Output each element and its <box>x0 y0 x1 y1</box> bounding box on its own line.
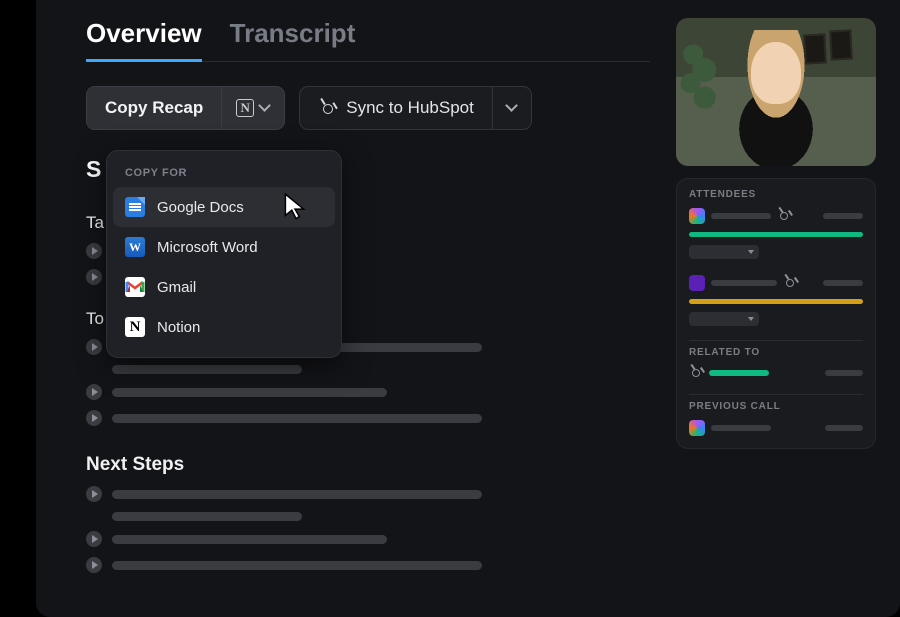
play-icon[interactable] <box>86 531 102 547</box>
gmail-icon <box>125 277 145 297</box>
talk-time-bar <box>689 299 863 304</box>
attendee-row[interactable] <box>689 275 863 291</box>
list-item <box>86 410 650 426</box>
placeholder-line <box>112 535 387 544</box>
related-to-label: RELATED TO <box>689 347 863 358</box>
sync-hubspot-dropdown-toggle[interactable] <box>492 87 531 129</box>
copy-recap-text: Copy Recap <box>105 98 203 118</box>
attendees-label: ATTENDEES <box>689 189 863 200</box>
side-column: ATTENDEES RELATED TO <box>676 18 876 617</box>
previous-call-row[interactable] <box>689 420 863 436</box>
play-icon[interactable] <box>86 486 102 502</box>
tab-transcript[interactable]: Transcript <box>230 18 356 62</box>
attendees-panel: ATTENDEES RELATED TO <box>676 178 876 449</box>
sync-hubspot-button[interactable]: Sync to HubSpot <box>299 86 532 130</box>
hubspot-icon <box>777 209 791 223</box>
dropdown-item-microsoft-word[interactable]: W Microsoft Word <box>113 227 335 267</box>
placeholder-line <box>823 213 863 219</box>
placeholder-line <box>709 370 769 376</box>
tab-overview[interactable]: Overview <box>86 18 202 62</box>
dropdown-item-label: Google Docs <box>157 199 244 216</box>
hubspot-icon <box>318 99 336 117</box>
notion-icon: N <box>236 99 254 117</box>
copy-recap-label: Copy Recap <box>87 87 221 129</box>
attendee-select[interactable] <box>689 312 759 326</box>
dropdown-item-label: Microsoft Word <box>157 239 258 256</box>
play-icon[interactable] <box>86 557 102 573</box>
copy-recap-button[interactable]: Copy Recap N <box>86 86 285 130</box>
copy-recap-dropdown-toggle[interactable]: N <box>221 87 284 129</box>
list-item <box>86 557 650 573</box>
divider <box>689 394 863 395</box>
placeholder-line <box>112 561 482 570</box>
attendee-avatar-icon <box>689 208 705 224</box>
divider <box>689 340 863 341</box>
attendee-row[interactable] <box>689 208 863 224</box>
chevron-down-icon <box>507 103 517 113</box>
dropdown-heading: COPY FOR <box>113 163 335 187</box>
next-steps-heading: Next Steps <box>86 454 650 476</box>
play-icon[interactable] <box>86 339 102 355</box>
hubspot-icon <box>783 276 797 290</box>
dropdown-item-label: Gmail <box>157 279 196 296</box>
notion-icon: N <box>125 317 145 337</box>
talk-time-bar <box>689 232 863 237</box>
copy-for-dropdown: COPY FOR Google Docs W Microsoft Word Gm… <box>106 150 342 358</box>
hubspot-icon <box>689 366 703 380</box>
play-icon[interactable] <box>86 410 102 426</box>
google-docs-icon <box>125 197 145 217</box>
placeholder-line <box>711 280 777 286</box>
placeholder-line <box>711 213 771 219</box>
tabs: Overview Transcript <box>86 18 650 62</box>
placeholder-line <box>823 280 863 286</box>
list-item <box>86 486 650 502</box>
microsoft-word-icon: W <box>125 237 145 257</box>
placeholder-line <box>112 365 302 374</box>
dropdown-item-notion[interactable]: N Notion <box>113 307 335 347</box>
video-thumbnail[interactable] <box>676 18 876 166</box>
list-item <box>86 384 650 400</box>
placeholder-line <box>711 425 771 431</box>
play-icon[interactable] <box>86 269 102 285</box>
dropdown-item-google-docs[interactable]: Google Docs <box>113 187 335 227</box>
chevron-down-icon <box>260 103 270 113</box>
placeholder-line <box>112 388 387 397</box>
list-item <box>86 531 650 547</box>
placeholder-line <box>825 370 863 376</box>
placeholder-line <box>112 414 482 423</box>
related-row[interactable] <box>689 366 863 380</box>
sync-hubspot-text: Sync to HubSpot <box>346 98 474 118</box>
call-app-icon <box>689 420 705 436</box>
placeholder-line <box>112 512 302 521</box>
attendee-select[interactable] <box>689 245 759 259</box>
play-icon[interactable] <box>86 384 102 400</box>
dropdown-item-gmail[interactable]: Gmail <box>113 267 335 307</box>
placeholder-line <box>112 490 482 499</box>
toolbar: Copy Recap N Sync to HubSpot <box>86 86 650 130</box>
placeholder-line <box>825 425 863 431</box>
play-icon[interactable] <box>86 243 102 259</box>
attendee-avatar-icon <box>689 275 705 291</box>
dropdown-item-label: Notion <box>157 319 200 336</box>
sync-hubspot-label: Sync to HubSpot <box>300 98 492 118</box>
previous-call-label: PREVIOUS CALL <box>689 401 863 412</box>
next-steps-list <box>86 486 650 573</box>
